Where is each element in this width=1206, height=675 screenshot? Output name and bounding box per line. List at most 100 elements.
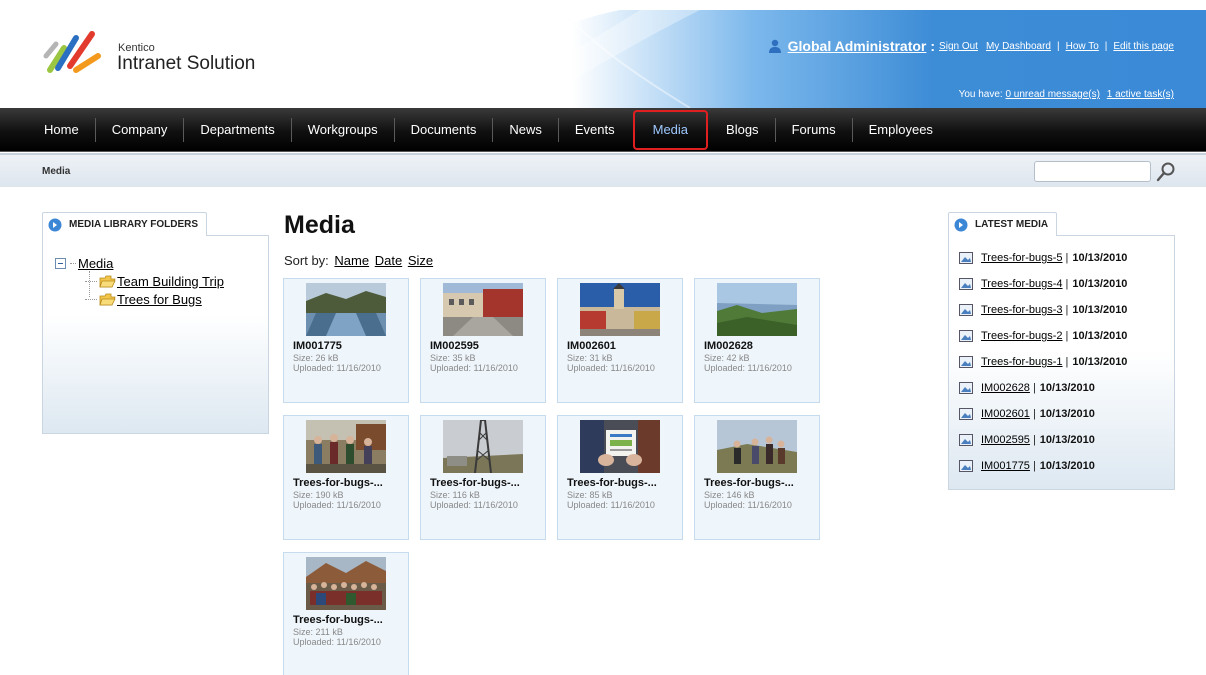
media-item-name[interactable]: Trees-for-bugs-...	[430, 477, 520, 489]
breadcrumb: Media	[42, 166, 71, 177]
separator: |	[1032, 382, 1036, 394]
media-item-card[interactable]: IM002601 Size: 31 kB Uploaded: 11/16/201…	[557, 278, 683, 403]
media-item-card[interactable]: Trees-for-bugs-... Size: 211 kB Uploaded…	[283, 552, 409, 675]
media-item-uploaded: Uploaded: 11/16/2010	[704, 363, 792, 373]
latest-media-date: 10/13/2010	[1072, 252, 1128, 264]
image-icon	[959, 330, 973, 342]
kentico-logo-icon	[43, 31, 101, 73]
media-item-card[interactable]: Trees-for-bugs-... Size: 85 kB Uploaded:…	[557, 415, 683, 540]
certificate-icon[interactable]	[580, 420, 660, 473]
latest-media-link[interactable]: Trees-for-bugs-1	[981, 356, 1063, 368]
user-separator: :	[930, 38, 936, 54]
town-square-icon[interactable]	[580, 283, 660, 336]
nav-item-forums[interactable]: Forums	[776, 118, 853, 142]
folder-open-icon	[99, 275, 116, 287]
media-item-card[interactable]: IM002595 Size: 35 kB Uploaded: 11/16/201…	[420, 278, 546, 403]
latest-media-list: Trees-for-bugs-5 | 10/13/2010 Trees-for-…	[959, 245, 1127, 479]
crowd-photo-icon[interactable]	[306, 557, 386, 610]
media-item-uploaded: Uploaded: 11/16/2010	[293, 363, 381, 373]
river-icon[interactable]	[306, 283, 386, 336]
how-to-link[interactable]: How To	[1066, 41, 1099, 52]
image-icon	[959, 252, 973, 264]
sort-by-size-link[interactable]: Size	[408, 253, 433, 268]
media-item-name[interactable]: Trees-for-bugs-...	[704, 477, 794, 489]
media-item-card[interactable]: IM002628 Size: 42 kB Uploaded: 11/16/201…	[694, 278, 820, 403]
kentico-logo[interactable]: Kentico Intranet Solution	[40, 26, 270, 78]
media-item-card[interactable]: IM001775 Size: 26 kB Uploaded: 11/16/201…	[283, 278, 409, 403]
search-input[interactable]	[1034, 161, 1151, 182]
user-bar: Global Administrator : Sign Out My Dashb…	[768, 38, 1174, 54]
nav-item-departments[interactable]: Departments	[184, 118, 292, 142]
media-item-name[interactable]: IM002628	[704, 340, 753, 352]
latest-media-link[interactable]: IM002601	[981, 408, 1030, 420]
user-name-link[interactable]: Global Administrator	[788, 38, 927, 54]
sort-by-name-link[interactable]: Name	[334, 253, 369, 268]
nav-item-home[interactable]: Home	[28, 118, 96, 142]
media-item-name[interactable]: Trees-for-bugs-...	[293, 614, 383, 626]
group-photo-icon[interactable]	[306, 420, 386, 473]
folder-team-building-trip-link[interactable]: Team Building Trip	[117, 274, 224, 289]
site-header: Kentico Intranet Solution Global Adminis…	[0, 0, 1206, 108]
list-item: Trees-for-bugs-2 | 10/13/2010	[959, 323, 1127, 349]
media-item-card[interactable]: Trees-for-bugs-... Size: 190 kB Uploaded…	[283, 415, 409, 540]
sort-by-date-link[interactable]: Date	[375, 253, 402, 268]
image-icon	[959, 434, 973, 446]
image-icon	[959, 460, 973, 472]
sign-out-link[interactable]: Sign Out	[939, 41, 978, 52]
search-icon[interactable]	[1155, 161, 1177, 183]
nav-item-events[interactable]: Events	[559, 118, 631, 142]
media-item-card[interactable]: Trees-for-bugs-... Size: 116 kB Uploaded…	[420, 415, 546, 540]
latest-media-link[interactable]: Trees-for-bugs-4	[981, 278, 1063, 290]
media-item-size: Size: 190 kB	[293, 490, 344, 500]
active-tasks-link[interactable]: 1 active task(s)	[1107, 89, 1174, 100]
edit-page-link[interactable]: Edit this page	[1113, 41, 1174, 52]
media-item-size: Size: 35 kB	[430, 353, 476, 363]
latest-media-link[interactable]: IM002628	[981, 382, 1030, 394]
media-item-uploaded: Uploaded: 11/16/2010	[293, 637, 381, 647]
folder-trees-for-bugs-link[interactable]: Trees for Bugs	[117, 292, 202, 307]
media-item-name[interactable]: Trees-for-bugs-...	[567, 477, 657, 489]
latest-media-link[interactable]: IM002595	[981, 434, 1030, 446]
media-item-name[interactable]: IM002601	[567, 340, 616, 352]
tree-root: Media	[55, 254, 224, 272]
list-item: Trees-for-bugs-1 | 10/13/2010	[959, 349, 1127, 375]
nav-item-company[interactable]: Company	[96, 118, 185, 142]
media-item-name[interactable]: Trees-for-bugs-...	[293, 477, 383, 489]
media-item-card[interactable]: Trees-for-bugs-... Size: 146 kB Uploaded…	[694, 415, 820, 540]
landscape-icon[interactable]	[717, 283, 797, 336]
folder-tree: Media Team Building Trip Trees for Bugs	[55, 254, 224, 308]
folder-media-link[interactable]: Media	[78, 256, 113, 271]
tower-icon[interactable]	[443, 420, 523, 473]
latest-media-link[interactable]: Trees-for-bugs-5	[981, 252, 1063, 264]
separator: |	[1032, 460, 1036, 472]
media-item-uploaded: Uploaded: 11/16/2010	[567, 363, 655, 373]
latest-media-date: 10/13/2010	[1039, 382, 1095, 394]
media-item-name[interactable]: IM002595	[430, 340, 479, 352]
my-dashboard-link[interactable]: My Dashboard	[986, 41, 1051, 52]
latest-media-link[interactable]: Trees-for-bugs-3	[981, 304, 1063, 316]
media-item-name[interactable]: IM001775	[293, 340, 342, 352]
list-item: Trees-for-bugs-3 | 10/13/2010	[959, 297, 1127, 323]
panel-tab: MEDIA LIBRARY FOLDERS	[42, 212, 208, 236]
collapse-icon[interactable]	[55, 257, 66, 269]
latest-media-link[interactable]: Trees-for-bugs-2	[981, 330, 1063, 342]
nav-item-workgroups[interactable]: Workgroups	[292, 118, 395, 142]
list-item: Trees-for-bugs-5 | 10/13/2010	[959, 245, 1127, 271]
nav-item-blogs[interactable]: Blogs	[710, 118, 776, 142]
media-item-size: Size: 42 kB	[704, 353, 750, 363]
nav-item-employees[interactable]: Employees	[853, 118, 949, 142]
image-icon	[959, 356, 973, 368]
hikers-icon[interactable]	[717, 420, 797, 473]
latest-media-link[interactable]: IM001775	[981, 460, 1030, 472]
nav-item-media[interactable]: Media	[632, 110, 709, 150]
media-item-size: Size: 146 kB	[704, 490, 755, 500]
street-icon[interactable]	[443, 283, 523, 336]
nav-item-news[interactable]: News	[493, 118, 559, 142]
image-icon	[959, 304, 973, 316]
main-nav: Home Company Departments Workgroups Docu…	[0, 108, 1206, 152]
tree-connector	[85, 298, 97, 300]
unread-messages-link[interactable]: 0 unread message(s)	[1005, 89, 1100, 100]
nav-item-documents[interactable]: Documents	[395, 118, 494, 142]
latest-media-panel: LATEST MEDIA Trees-for-bugs-5 | 10/13/20…	[948, 212, 1175, 490]
panel-title: LATEST MEDIA	[975, 219, 1049, 230]
